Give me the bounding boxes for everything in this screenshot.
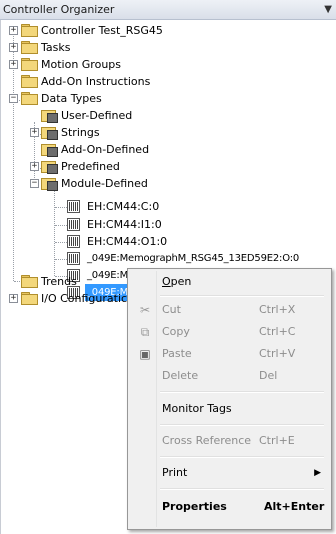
tree-node-add-on-instructions[interactable]: Add-On Instructions bbox=[1, 73, 336, 90]
tree-label: Strings bbox=[61, 126, 100, 139]
data-type-folder-icon bbox=[41, 108, 58, 123]
menu-label: Print bbox=[162, 466, 188, 479]
tree-label: Module-Defined bbox=[61, 177, 148, 190]
menu-shortcut: Ctrl+V bbox=[259, 347, 296, 360]
data-type-folder-icon bbox=[41, 176, 58, 191]
menu-shortcut: Ctrl+E bbox=[259, 434, 295, 447]
tree-label: Predefined bbox=[61, 160, 120, 173]
data-type-folder-icon bbox=[41, 159, 58, 174]
triangle-down-icon[interactable]: ▼ bbox=[324, 4, 332, 15]
menu-item-open[interactable]: Open bbox=[130, 271, 329, 293]
module-tag-icon bbox=[67, 235, 80, 248]
scissors-icon: ✂ bbox=[139, 303, 151, 317]
menu-item-print[interactable]: Print ▶ bbox=[130, 462, 329, 484]
tree-node-module-tag[interactable]: _049E:MemographM_RSG45_13ED59E2:O:0 bbox=[1, 250, 336, 267]
menu-item-delete[interactable]: Delete Del bbox=[130, 365, 329, 387]
tree-label: EH:CM44:O1:0 bbox=[87, 235, 168, 248]
clipboard-icon: ▣ bbox=[139, 347, 151, 361]
tree-node-module-defined[interactable]: − Module-Defined bbox=[1, 175, 336, 192]
menu-shortcut: Ctrl+X bbox=[259, 303, 296, 316]
tree-label: Tasks bbox=[41, 41, 71, 54]
menu-item-copy[interactable]: ⧉ Copy Ctrl+C bbox=[130, 321, 329, 343]
expand-icon[interactable]: + bbox=[9, 26, 18, 35]
tree-label: Motion Groups bbox=[41, 58, 122, 71]
folder-icon bbox=[21, 58, 38, 71]
menu-item-paste[interactable]: ▣ Paste Ctrl+V bbox=[130, 343, 329, 365]
tree-label: _049E:MemographM_RSG45_13ED59E2:O:0 bbox=[87, 253, 300, 264]
tree-node-module-tag[interactable]: EH:CM44:I1:0 bbox=[1, 216, 336, 233]
data-type-folder-icon bbox=[41, 142, 58, 157]
module-tag-icon bbox=[67, 200, 80, 213]
expand-icon[interactable]: + bbox=[9, 60, 18, 69]
menu-label: Cut bbox=[162, 303, 181, 316]
tree-node-tasks[interactable]: + Tasks bbox=[1, 39, 336, 56]
tree-label: EH:CM44:I1:0 bbox=[87, 218, 162, 231]
menu-shortcut: Alt+Enter bbox=[264, 500, 325, 513]
tree-node-data-types[interactable]: − Data Types bbox=[1, 90, 336, 107]
expand-icon[interactable]: + bbox=[9, 294, 18, 303]
menu-label: Open bbox=[162, 275, 192, 288]
tree-label: Add-On Instructions bbox=[41, 75, 151, 88]
copy-icon: ⧉ bbox=[140, 325, 150, 339]
tree-node-user-defined[interactable]: User-Defined bbox=[1, 107, 336, 124]
collapse-icon[interactable]: − bbox=[30, 179, 39, 188]
menu-item-cross-reference[interactable]: Cross Reference Ctrl+E bbox=[130, 430, 329, 452]
tree-label: EH:CM44:C:0 bbox=[87, 200, 160, 213]
context-menu: Open ✂ Cut Ctrl+X ⧉ Copy Ctrl+C ▣ Paste … bbox=[127, 268, 332, 530]
module-tag-icon bbox=[67, 252, 80, 265]
tree-node-predefined[interactable]: + Predefined bbox=[1, 158, 336, 175]
menu-label: Cross Reference bbox=[162, 434, 252, 447]
tree-label: Data Types bbox=[41, 92, 102, 105]
tree-node-module-tag[interactable]: EH:CM44:C:0 bbox=[1, 198, 336, 215]
organizer-title: Controller Organizer bbox=[3, 3, 115, 16]
collapse-icon[interactable]: − bbox=[9, 94, 18, 103]
folder-icon bbox=[21, 41, 38, 54]
menu-label: Paste bbox=[162, 347, 192, 360]
tree-label: User-Defined bbox=[61, 109, 133, 122]
folder-icon bbox=[21, 24, 38, 37]
tree-node-add-on-defined[interactable]: Add-On-Defined bbox=[1, 141, 336, 158]
module-tag-icon bbox=[67, 218, 80, 231]
folder-icon bbox=[21, 292, 38, 305]
tree-label: Add-On-Defined bbox=[61, 143, 150, 156]
menu-item-properties[interactable]: Properties Alt+Enter bbox=[130, 496, 329, 518]
folder-icon bbox=[21, 275, 38, 288]
tree-label: I/O Configuratic bbox=[41, 292, 127, 305]
tree-label: Trends bbox=[41, 275, 77, 288]
data-type-folder-icon bbox=[41, 125, 58, 140]
menu-item-cut[interactable]: ✂ Cut Ctrl+X bbox=[130, 299, 329, 321]
expand-icon[interactable]: + bbox=[30, 128, 39, 137]
menu-shortcut: Ctrl+C bbox=[259, 325, 296, 338]
expand-icon[interactable]: + bbox=[30, 162, 39, 171]
folder-icon bbox=[21, 75, 38, 88]
organizer-title-bar: Controller Organizer ▼ bbox=[0, 0, 336, 20]
open-folder-icon bbox=[21, 92, 38, 105]
menu-label: Copy bbox=[162, 325, 190, 338]
tree-node-controller[interactable]: + Controller Test_RSG45 bbox=[1, 22, 336, 39]
tree-node-module-tag[interactable]: EH:CM44:O1:0 bbox=[1, 233, 336, 250]
menu-label: Monitor Tags bbox=[162, 402, 232, 415]
tree-node-strings[interactable]: + Strings bbox=[1, 124, 336, 141]
tree-node-motion-groups[interactable]: + Motion Groups bbox=[1, 56, 336, 73]
submenu-arrow-icon: ▶ bbox=[314, 468, 321, 478]
menu-label: Delete bbox=[162, 369, 199, 382]
expand-icon[interactable]: + bbox=[9, 43, 18, 52]
tree-node-trends[interactable]: Trends bbox=[1, 273, 127, 290]
menu-item-monitor-tags[interactable]: Monitor Tags bbox=[130, 398, 329, 420]
menu-shortcut: Del bbox=[259, 369, 278, 382]
menu-label: Properties bbox=[162, 500, 227, 513]
tree-node-io-configuration[interactable]: + I/O Configuratic bbox=[1, 290, 127, 307]
tree-label: Controller Test_RSG45 bbox=[41, 24, 163, 37]
